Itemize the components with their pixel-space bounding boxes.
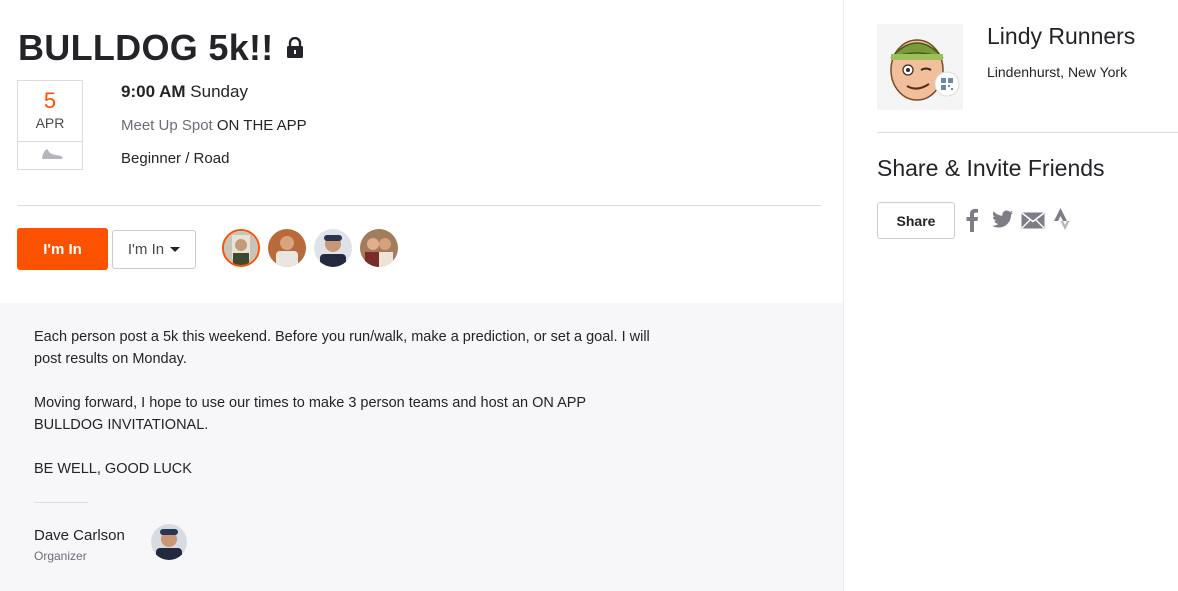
rsvp-dropdown-label: I'm In bbox=[127, 241, 165, 258]
event-title: BULLDOG 5k!! bbox=[18, 27, 274, 68]
shoe-icon bbox=[42, 149, 63, 159]
event-weekday: Sunday bbox=[190, 82, 248, 101]
organizer-avatar[interactable] bbox=[151, 524, 187, 560]
description-paragraph: BE WELL, GOOD LUCK bbox=[34, 461, 192, 477]
organizer-name[interactable]: Dave Carlson bbox=[34, 527, 125, 544]
attendee-avatar[interactable] bbox=[314, 229, 352, 267]
divider bbox=[34, 502, 88, 503]
description-paragraph: Moving forward, I hope to use our times … bbox=[34, 395, 586, 433]
share-heading: Share & Invite Friends bbox=[877, 155, 1105, 181]
divider bbox=[17, 205, 821, 206]
attendee-avatars bbox=[222, 229, 398, 267]
facebook-icon[interactable] bbox=[965, 208, 979, 232]
club-name[interactable]: Lindy Runners bbox=[987, 23, 1135, 50]
email-icon[interactable] bbox=[1021, 212, 1045, 229]
lock-icon bbox=[286, 36, 304, 64]
im-in-button[interactable]: I'm In bbox=[17, 228, 108, 270]
description-paragraph: Each person post a 5k this weekend. Befo… bbox=[34, 329, 650, 367]
club-logo[interactable] bbox=[877, 24, 963, 110]
attendee-avatar[interactable] bbox=[360, 229, 398, 267]
twitter-icon[interactable] bbox=[992, 208, 1014, 230]
meetup-value: ON THE APP bbox=[216, 117, 307, 134]
event-date-box: 5 APR bbox=[17, 80, 83, 170]
divider bbox=[877, 132, 1178, 133]
event-description: Each person post a 5k this weekend. Befo… bbox=[34, 326, 654, 502]
rsvp-dropdown[interactable]: I'm In bbox=[112, 230, 196, 269]
meetup-label: Meet Up Spot bbox=[121, 117, 213, 134]
event-date-month: APR bbox=[35, 115, 65, 131]
organizer-role: Organizer bbox=[34, 549, 87, 563]
event-time: 9:00 AM bbox=[121, 82, 186, 101]
attendee-avatar[interactable] bbox=[268, 229, 306, 267]
event-title-row: BULLDOG 5k!! bbox=[18, 27, 304, 69]
event-date-day: 5 bbox=[43, 88, 57, 113]
club-location: Lindenhurst, New York bbox=[987, 64, 1128, 80]
event-meetup-line: Meet Up Spot ON THE APP bbox=[121, 117, 307, 134]
event-level: Beginner / Road bbox=[121, 150, 230, 167]
event-time-line: 9:00 AM Sunday bbox=[121, 82, 248, 102]
attendee-avatar[interactable] bbox=[222, 229, 260, 267]
share-button[interactable]: Share bbox=[877, 202, 955, 239]
date-divider bbox=[18, 141, 82, 142]
caret-down-icon bbox=[170, 247, 181, 252]
strava-icon[interactable] bbox=[1054, 208, 1070, 232]
